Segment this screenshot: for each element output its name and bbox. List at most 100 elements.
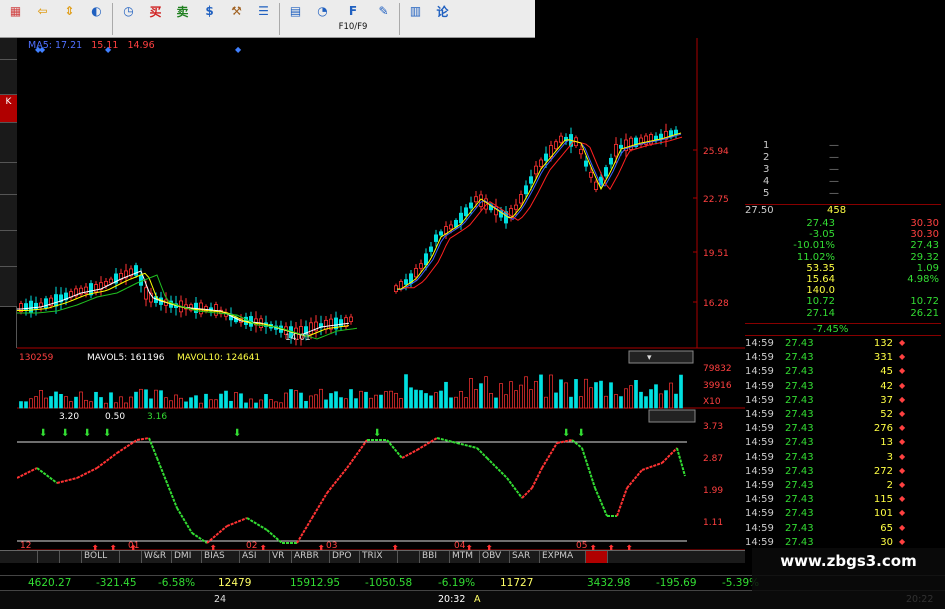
volume-bar	[269, 399, 273, 409]
watchlist-button[interactable]: ▤	[282, 1, 309, 37]
chart-canvas[interactable]: 25.9422.7519.5116.28◆◆ ◆ ◆14.01130259 MAVOL…	[17, 38, 745, 550]
indicator-help-button[interactable]	[648, 409, 696, 423]
candle-body	[24, 303, 29, 311]
side-tab-0[interactable]	[0, 38, 17, 60]
indicator-tab[interactable]: ASI	[240, 551, 270, 563]
oscillator-segment	[296, 517, 313, 544]
stat-value: 30.30	[910, 229, 939, 241]
volume-bar	[529, 389, 533, 409]
indicator-axis-label: 1.99	[703, 486, 723, 496]
oscillator-segment	[311, 492, 328, 519]
indicator-tab[interactable]	[60, 551, 82, 563]
indicator-tab[interactable]: OBV	[480, 551, 510, 563]
volume-bar	[454, 396, 458, 409]
oscillator-segment	[76, 467, 98, 479]
stock-chart-area[interactable]: MA5: 17.21 15.11 14.96 25.94 22.75 19.51 16…	[17, 38, 745, 550]
indicator-tab[interactable]: BOLL	[82, 551, 120, 563]
indicator-tab[interactable]: SAR	[510, 551, 540, 563]
mavol5-label: MAVOL5: 161196	[87, 353, 165, 363]
side-tab-7[interactable]	[0, 267, 17, 307]
volume-bar	[624, 388, 628, 409]
volume-bar	[254, 402, 258, 409]
volume-bar	[84, 399, 88, 409]
indicator-tab[interactable]	[16, 551, 38, 563]
menu-grid-button[interactable]: ▦	[2, 1, 29, 37]
side-tab-1[interactable]	[0, 60, 17, 95]
indicator-tab[interactable]	[38, 551, 60, 563]
draw-line-button[interactable]: ✎	[370, 1, 397, 37]
oscillator-segment	[581, 447, 596, 489]
up-down-arrow-button[interactable]: ⇕	[56, 1, 83, 37]
stock-pick-button[interactable]: ▥	[402, 1, 429, 37]
volume-bar	[389, 390, 393, 409]
volume-bar	[519, 384, 523, 409]
indicator-tab[interactable]: VR	[270, 551, 292, 563]
indicator-tab[interactable]: TRIX	[360, 551, 398, 563]
indicator-tab[interactable]: MTM	[450, 551, 480, 563]
tick-direction-icon: ◆	[899, 465, 906, 475]
volume-bar	[169, 400, 173, 409]
indicator-tabs: BOLL W&R DMI BIAS ASI VR ARBR DPO TRIX BBI MTM OBV S…	[0, 550, 745, 563]
stat-value: 140.0	[806, 285, 835, 297]
invert-button[interactable]: ◐	[83, 1, 110, 37]
fund-button[interactable]: $	[196, 1, 223, 37]
candle-body	[428, 246, 433, 252]
signal-marker-icon: ◆	[105, 45, 112, 54]
price-tick-label: 25.94	[703, 147, 729, 157]
tick-price: 27.43	[785, 352, 814, 364]
volume-bar	[599, 380, 603, 409]
period-clock-button[interactable]: ◔	[309, 1, 336, 37]
volume-bar	[284, 392, 288, 409]
indicator-tab[interactable]: EXPMA	[540, 551, 586, 563]
volume-bar	[39, 390, 43, 409]
oscillator-segment	[206, 525, 228, 544]
buy-button[interactable]: 买	[142, 1, 169, 37]
f10-button[interactable]: F F10/F9	[336, 1, 370, 37]
volume-bar	[649, 389, 653, 409]
side-tab-6[interactable]	[0, 231, 17, 267]
volume-bar	[74, 396, 78, 409]
side-tab-4[interactable]	[0, 163, 17, 195]
tick-price: 27.43	[785, 423, 814, 435]
hammer-button[interactable]: ⚒	[223, 1, 250, 37]
volume-bar	[174, 394, 178, 409]
indicator-tab[interactable]: BIAS	[202, 551, 240, 563]
volume-bar	[159, 390, 163, 409]
history-clock-icon: ◷	[123, 4, 134, 18]
tick-row: 14:59 27.43 101 ◆	[745, 508, 941, 521]
volume-bar	[59, 393, 63, 409]
volume-bar	[674, 393, 678, 409]
status-item[interactable]: 24	[214, 594, 226, 605]
indicator-tab[interactable]: DPO	[330, 551, 360, 563]
volume-bar	[244, 402, 248, 409]
candle-body	[544, 153, 549, 161]
candle-body	[418, 263, 423, 269]
side-tab-3[interactable]	[0, 123, 17, 163]
history-clock-button[interactable]: ◷	[115, 1, 142, 37]
indicator-tab[interactable]: BBI	[420, 551, 450, 563]
side-tab-5[interactable]	[0, 195, 17, 231]
indicator-tab[interactable]	[586, 551, 608, 563]
hammer-icon: ⚒	[231, 4, 242, 18]
status-item: 20:32	[438, 594, 466, 605]
indicator-tab[interactable]	[398, 551, 420, 563]
indicator-tab[interactable]: W&R	[142, 551, 172, 563]
down-arrow-icon: ⬇	[61, 428, 69, 439]
volume-bar	[644, 396, 648, 409]
oscillator-segment	[136, 437, 150, 441]
forum-button[interactable]: 论	[429, 1, 456, 37]
volume-selector[interactable]	[628, 350, 694, 364]
indicator-tab[interactable]: ARBR	[292, 551, 330, 563]
indicator-tab[interactable]	[120, 551, 142, 563]
tick-row: 14:59 27.43 2 ◆	[745, 480, 941, 493]
indicator-tab[interactable]: DMI	[172, 551, 202, 563]
back-arrow-button[interactable]: ⇦	[29, 1, 56, 37]
stock-pick-icon: ▥	[409, 4, 422, 18]
volume-bar	[384, 391, 388, 409]
super-buy-label: 3.20	[59, 412, 79, 422]
volume-bar	[189, 397, 193, 409]
open-account-button[interactable]: ☰	[250, 1, 277, 37]
volume-bar	[514, 390, 518, 409]
side-tab-2[interactable]: K	[0, 95, 17, 123]
sell-button[interactable]: 卖	[169, 1, 196, 37]
